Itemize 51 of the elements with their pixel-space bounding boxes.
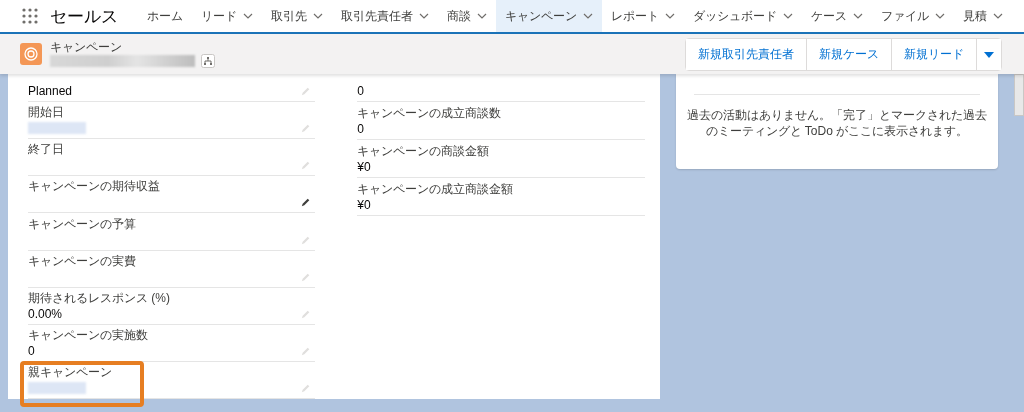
redacted-value xyxy=(28,122,86,135)
object-label: キャンペーン xyxy=(50,40,123,54)
field-value: 0 xyxy=(357,84,364,98)
nav-tab[interactable]: 見積 xyxy=(954,0,1012,32)
nav-tab[interactable]: リード xyxy=(192,0,262,32)
field-label: 親キャンペーン xyxy=(28,364,113,380)
nav-tab[interactable]: ファイル xyxy=(872,0,954,32)
panel-handle[interactable] xyxy=(1014,74,1024,116)
field-label: 期待されるレスポンス (%) xyxy=(28,289,171,306)
chevron-down-icon[interactable] xyxy=(853,13,863,19)
field-label: キャンペーンの実費 xyxy=(28,252,137,269)
chevron-down-icon[interactable] xyxy=(419,13,429,19)
chevron-down-icon[interactable] xyxy=(477,13,487,19)
nav-tab[interactable]: 商談 xyxy=(438,0,496,32)
nav-tab[interactable]: ケース xyxy=(802,0,872,32)
redacted-value xyxy=(28,382,86,394)
nav-tab[interactable]: レポート xyxy=(602,0,684,32)
caret-down-icon xyxy=(984,52,994,58)
field-value: 0.00% xyxy=(28,306,63,321)
chevron-down-icon[interactable] xyxy=(993,13,1003,19)
chevron-down-icon[interactable] xyxy=(783,13,793,19)
app-launcher-icon[interactable] xyxy=(22,8,38,24)
field-value: Planned xyxy=(28,84,73,98)
field-label: 終了日 xyxy=(28,141,65,158)
pencil-icon[interactable] xyxy=(301,197,312,208)
field-value: ¥0 xyxy=(357,160,371,174)
chevron-down-icon[interactable] xyxy=(935,13,945,19)
field-label: キャンペーンの実施数 xyxy=(28,326,149,343)
field-label: 開始日 xyxy=(28,104,65,121)
nav-tab[interactable]: キャンペーン xyxy=(496,0,602,32)
hierarchy-icon[interactable] xyxy=(201,53,215,68)
target-icon xyxy=(20,43,42,65)
app-name: セールス xyxy=(50,5,118,28)
nav-tab[interactable]: ホーム xyxy=(138,0,192,32)
field-value: ¥0 xyxy=(357,198,371,212)
field-label: キャンペーンの成立商談数 xyxy=(357,105,503,121)
field-value: 0 xyxy=(28,343,35,358)
nav-tab[interactable]: 取引先 xyxy=(262,0,332,32)
nav-tab[interactable]: 取引先責任者 xyxy=(332,0,438,32)
field-label: キャンペーンの商談金額 xyxy=(357,143,491,159)
activity-message: 過去の活動はありません。「完了」とマークされた過去のミーティングと ToDo がここに表示されます。 xyxy=(685,107,988,139)
chevron-down-icon[interactable] xyxy=(583,13,593,19)
nav-tab[interactable]: ダッシュボード xyxy=(684,0,802,32)
chevron-down-icon[interactable] xyxy=(313,13,323,19)
chevron-down-icon[interactable] xyxy=(243,13,253,19)
action-button[interactable]: 新規取引先責任者 xyxy=(686,38,807,70)
field-label: キャンペーンの成立商談金額 xyxy=(357,181,515,197)
field-label: キャンペーンの期待収益 xyxy=(28,178,161,195)
field-label: キャンペーンの予算 xyxy=(28,215,137,232)
chevron-down-icon[interactable] xyxy=(665,13,675,19)
field-value: 0 xyxy=(357,122,364,136)
